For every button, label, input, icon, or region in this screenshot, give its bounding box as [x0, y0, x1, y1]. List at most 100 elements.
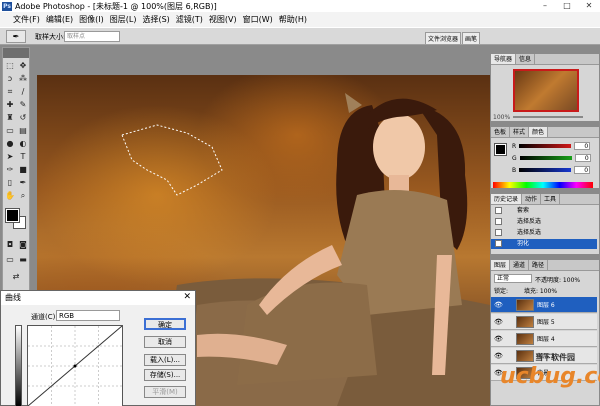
tab-channels[interactable]: 通道: [510, 260, 530, 270]
slice-icon[interactable]: ∕: [17, 86, 29, 97]
shape-icon[interactable]: ■: [17, 164, 29, 175]
clone-stamp-icon[interactable]: ♜: [4, 112, 16, 123]
blue-value[interactable]: 0: [574, 166, 591, 174]
sample-size-label: 取样大小:: [35, 33, 66, 41]
eraser-icon[interactable]: ▭: [4, 125, 16, 136]
standard-mode-icon[interactable]: ◘: [4, 239, 16, 250]
history-item[interactable]: 选择反选: [491, 217, 597, 227]
layer-row[interactable]: 👁 图层 5: [491, 314, 597, 330]
color-fg-swatch[interactable]: [494, 143, 507, 156]
history-brush-icon[interactable]: ↺: [17, 112, 29, 123]
cancel-button[interactable]: 取消: [144, 336, 186, 348]
smooth-button[interactable]: 平滑(M): [144, 386, 186, 398]
green-slider[interactable]: [519, 156, 572, 160]
close-button[interactable]: ✕: [578, 0, 600, 12]
menu-layer[interactable]: 图层(L): [110, 14, 137, 25]
jump-to-imageready-icon[interactable]: ⇄: [10, 271, 22, 282]
eyedropper-tool-icon[interactable]: ✒: [17, 177, 29, 188]
photoshop-logo-icon: Ps: [2, 1, 12, 11]
navigator-thumbnail[interactable]: [513, 69, 579, 112]
history-item[interactable]: 选择反选: [491, 228, 597, 238]
tab-tools[interactable]: 工具: [541, 194, 561, 204]
blue-slider[interactable]: [519, 168, 572, 172]
curves-title: 曲线: [1, 291, 195, 305]
blur-icon[interactable]: ●: [4, 138, 16, 149]
close-icon[interactable]: ✕: [183, 292, 191, 302]
color-spectrum[interactable]: [493, 182, 593, 188]
notes-icon[interactable]: ▯: [4, 177, 16, 188]
menu-filter[interactable]: 滤镜(T): [176, 14, 203, 25]
tab-info[interactable]: 信息: [516, 54, 536, 64]
foreground-color-swatch[interactable]: [5, 208, 20, 223]
crop-icon[interactable]: ⌗: [4, 86, 16, 97]
menu-view[interactable]: 视图(V): [209, 14, 237, 25]
tab-swatches[interactable]: 色板: [491, 127, 511, 137]
eye-icon[interactable]: 👁: [494, 301, 503, 309]
healing-brush-icon[interactable]: ✚: [4, 99, 16, 110]
tab-history[interactable]: 历史记录: [491, 194, 523, 204]
ok-button[interactable]: 确定: [144, 318, 186, 330]
quickmask-mode-icon[interactable]: ◙: [17, 239, 29, 250]
tab-navigator[interactable]: 导航器: [491, 54, 517, 64]
lasso-icon[interactable]: ↄ: [4, 73, 16, 84]
channel-label: 通道(C):: [31, 313, 58, 321]
blend-mode-select[interactable]: 正常: [494, 274, 532, 283]
toolbox: ⬚ ✥ ↄ ⁂ ⌗ ∕ ✚ ✎ ♜ ↺ ▭ ▤ ● ◐ ➤ T ✑ ■ ▯ ✒ …: [2, 47, 30, 291]
red-value[interactable]: 0: [574, 142, 591, 150]
zoom-icon[interactable]: ⌕: [17, 190, 29, 201]
move-icon[interactable]: ✥: [17, 60, 29, 71]
minimize-button[interactable]: –: [534, 0, 556, 12]
brush-icon[interactable]: ✎: [17, 99, 29, 110]
hand-icon[interactable]: ✋: [4, 190, 16, 201]
green-value[interactable]: 0: [574, 154, 591, 162]
tab-color[interactable]: 颜色: [529, 127, 549, 137]
save-button[interactable]: 存储(S)...: [144, 369, 186, 381]
toolbox-grip[interactable]: [3, 48, 29, 58]
layer-row-selected[interactable]: 👁 图层 6: [491, 297, 597, 313]
eye-icon[interactable]: 👁: [494, 335, 503, 343]
magic-wand-icon[interactable]: ⁂: [17, 73, 29, 84]
palette-well: 文件浏览器 画笔: [425, 32, 481, 44]
tab-layers[interactable]: 图层: [491, 260, 511, 270]
menu-edit[interactable]: 编辑(E): [46, 14, 73, 25]
path-select-icon[interactable]: ➤: [4, 151, 16, 162]
menu-image[interactable]: 图像(I): [79, 14, 104, 25]
screen-mode-icon[interactable]: ▭: [4, 254, 16, 265]
history-item-selected[interactable]: 羽化: [491, 239, 597, 249]
tab-file-browser[interactable]: 文件浏览器: [425, 32, 462, 44]
tab-actions[interactable]: 动作: [522, 194, 542, 204]
menu-help[interactable]: 帮助(H): [279, 14, 307, 25]
sample-size-select[interactable]: 取样点: [64, 31, 120, 42]
tab-styles[interactable]: 样式: [510, 127, 530, 137]
maximize-button[interactable]: □: [556, 0, 578, 12]
dodge-icon[interactable]: ◐: [17, 138, 29, 149]
menu-file[interactable]: 文件(F): [13, 14, 40, 25]
tab-brushes[interactable]: 画笔: [462, 32, 481, 44]
marquee-icon[interactable]: ⬚: [4, 60, 16, 71]
navigator-zoom[interactable]: 100%: [493, 114, 510, 121]
pen-icon[interactable]: ✑: [4, 164, 16, 175]
layer-opacity[interactable]: 不透明度: 100%: [535, 275, 580, 284]
eyedropper-icon[interactable]: ✒: [6, 30, 26, 43]
navigator-zoom-slider[interactable]: [513, 116, 583, 118]
load-button[interactable]: 载入(L)...: [144, 354, 186, 366]
curves-graph[interactable]: [27, 325, 123, 406]
window-controls: – □ ✕: [534, 0, 600, 12]
color-row-g: G 0: [512, 154, 591, 162]
red-slider[interactable]: [519, 144, 572, 148]
color-row-r: R 0: [512, 142, 591, 150]
type-icon[interactable]: T: [17, 151, 29, 162]
options-bar: ✒ 取样大小: 取样点 文件浏览器 画笔: [0, 27, 600, 45]
history-panel: 历史记录 动作 工具 套索 选择反选 选择反选 羽化: [490, 193, 600, 255]
menu-window[interactable]: 窗口(W): [243, 14, 273, 25]
menu-select[interactable]: 选择(S): [142, 14, 169, 25]
menu-bar: 文件(F) 编辑(E) 图像(I) 图层(L) 选择(S) 滤镜(T) 视图(V…: [0, 12, 600, 27]
gradient-icon[interactable]: ▤: [17, 125, 29, 136]
tab-paths[interactable]: 路径: [529, 260, 549, 270]
layer-row[interactable]: 👁 图层 4: [491, 331, 597, 347]
watermark: 当下软件园 ucbug.cc: [500, 352, 600, 406]
fullscreen-mode-icon[interactable]: ▬: [17, 254, 29, 265]
history-item[interactable]: 套索: [491, 206, 597, 216]
channel-select[interactable]: RGB: [56, 310, 120, 321]
eye-icon[interactable]: 👁: [494, 318, 503, 326]
